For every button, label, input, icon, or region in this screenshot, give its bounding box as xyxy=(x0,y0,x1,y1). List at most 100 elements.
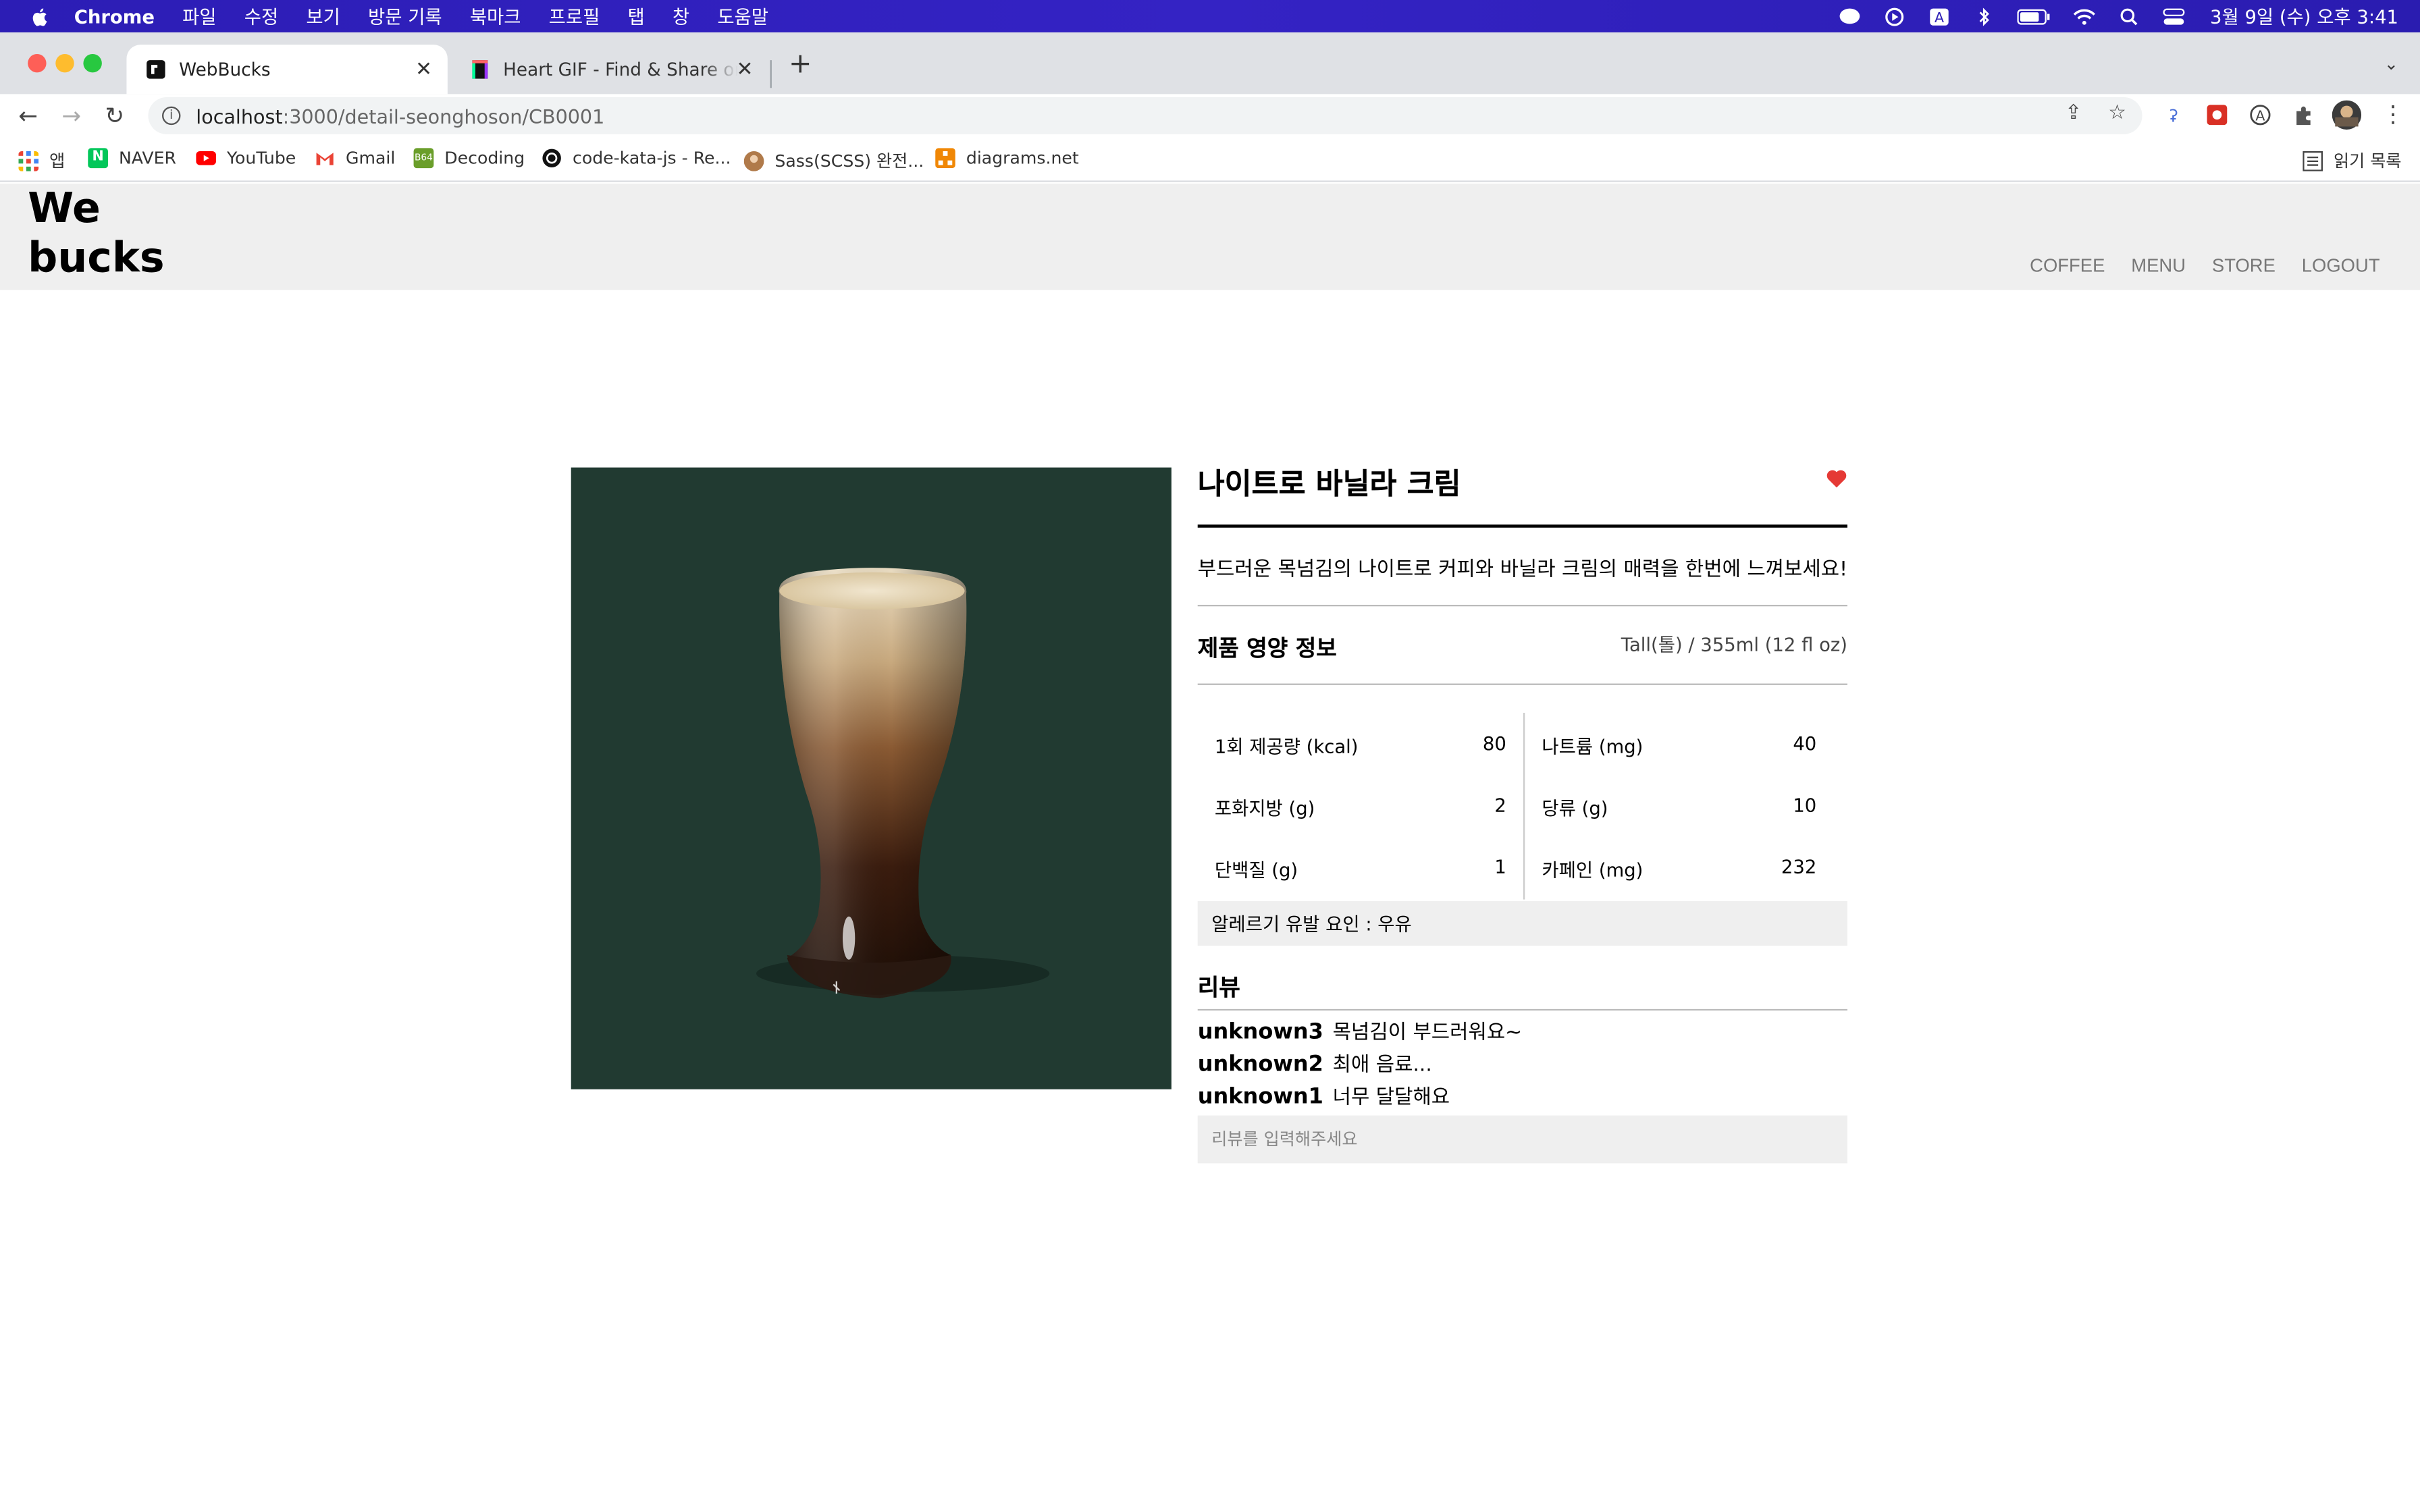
spotlight-search-icon[interactable] xyxy=(2118,7,2140,25)
decoding-icon: B64 xyxy=(413,148,434,169)
address-bar[interactable]: i localhost:3000/detail-seonghoson/CB000… xyxy=(148,97,2142,134)
logo-line-1: We xyxy=(28,185,101,234)
bookmark-youtube[interactable]: YouTube xyxy=(196,148,296,168)
nutrition-column-left: 1회 제공량 (kcal) 80 포화지방 (g) 2 단백질 (g) 1 xyxy=(1198,713,1506,898)
tab-separator xyxy=(770,60,772,88)
window-close-button[interactable] xyxy=(28,54,47,73)
review-user: unknown3 xyxy=(1197,1019,1323,1045)
nav-coffee[interactable]: COFFEE xyxy=(2030,254,2105,276)
bookmark-apps[interactable]: 앱 xyxy=(18,148,65,173)
review-input[interactable] xyxy=(1197,1115,1848,1164)
battery-icon[interactable] xyxy=(2017,7,2051,25)
profile-avatar-icon xyxy=(743,150,764,171)
wifi-icon[interactable] xyxy=(2073,7,2096,25)
tab-title: WebBucks xyxy=(179,58,271,80)
bookmark-code-kata[interactable]: code-kata-js - Re... xyxy=(542,148,731,168)
tab-title: Heart GIF - Find & Share on GIPHY xyxy=(503,58,737,80)
nutrition-row: 카페인 (mg) 232 xyxy=(1525,836,1832,898)
serving-size: Tall(톨) / 355ml (12 fl oz) xyxy=(1621,634,1848,656)
url-host: localhost xyxy=(196,104,283,128)
input-source-icon[interactable]: A xyxy=(1928,7,1951,25)
heart-like-icon[interactable] xyxy=(1826,468,1847,489)
forward-arrow-icon[interactable]: → xyxy=(61,102,81,130)
extension-a-icon[interactable]: A xyxy=(2248,103,2271,126)
product-name: 나이트로 바닐라 크림 xyxy=(1197,468,1848,528)
profile-avatar-icon[interactable] xyxy=(2332,100,2362,130)
browser-tabstrip: WebBucks ✕ Heart GIF - Find & Share on G… xyxy=(0,32,2420,94)
menu-item[interactable]: 창 xyxy=(673,3,689,30)
tab-close-icon[interactable]: ✕ xyxy=(415,59,432,82)
bookmark-label: 앱 xyxy=(49,151,65,171)
menu-item[interactable]: 도움말 xyxy=(717,3,768,30)
review-text: 너무 달달해요 xyxy=(1332,1086,1450,1110)
nutrition-row: 단백질 (g) 1 xyxy=(1198,836,1506,898)
nutrition-column-right: 나트륨 (mg) 40 당류 (g) 10 카페인 (mg) 232 xyxy=(1523,713,1832,900)
site-header: We bucks COFFEE MENU STORE LOGOUT xyxy=(0,184,2420,290)
extensions-puzzle-icon[interactable] xyxy=(2292,103,2315,126)
bookmark-sass[interactable]: Sass(SCSS) 완전... xyxy=(743,148,924,173)
menu-item[interactable]: 탭 xyxy=(628,3,645,30)
share-icon[interactable]: ⇪ xyxy=(2065,102,2082,125)
menu-app-chrome[interactable]: Chrome xyxy=(74,5,155,27)
bookmark-star-icon[interactable]: ☆ xyxy=(2108,102,2126,125)
bookmarks-bar: 앱 N NAVER YouTube Gmail B64 Decoding cod… xyxy=(0,137,2420,182)
nav-menu[interactable]: MENU xyxy=(2131,254,2186,276)
window-zoom-button[interactable] xyxy=(83,54,102,73)
svg-text:A: A xyxy=(2255,107,2265,124)
bookmark-label: diagrams.net xyxy=(966,148,1079,169)
review-section-title: 리뷰 xyxy=(1197,971,1848,1011)
svg-text:ʡ: ʡ xyxy=(2169,107,2178,126)
github-icon xyxy=(542,148,561,168)
review-text: 최애 음료... xyxy=(1332,1054,1432,1077)
nutrient-label: 나트륨 (mg) xyxy=(1542,736,1643,758)
reading-list-label: 읽기 목록 xyxy=(2334,151,2402,171)
menu-item[interactable]: 파일 xyxy=(182,3,217,30)
bluetooth-icon[interactable] xyxy=(1972,7,1995,26)
new-tab-icon[interactable]: + xyxy=(789,48,812,80)
reload-icon[interactable]: ↻ xyxy=(105,102,124,130)
nav-store[interactable]: STORE xyxy=(2212,254,2276,276)
bookmark-diagrams[interactable]: diagrams.net xyxy=(935,148,1079,169)
nav-logout[interactable]: LOGOUT xyxy=(2302,254,2380,276)
product-detail: 나이트로 바닐라 크림 부드러운 목넘김의 나이트로 커피와 바닐라 크림의 매… xyxy=(1197,468,1848,1164)
tab-search-chevron-down-icon[interactable]: ⌄ xyxy=(2384,54,2398,74)
nutrient-value: 80 xyxy=(1482,732,1506,755)
menu-item[interactable]: 수정 xyxy=(244,3,279,30)
tab-webbucks[interactable]: WebBucks ✕ xyxy=(126,45,448,94)
play-circle-icon[interactable] xyxy=(1883,7,1905,26)
chrome-menu-icon[interactable]: ⋮ xyxy=(2382,101,2404,128)
reading-list-icon xyxy=(2303,150,2323,171)
back-arrow-icon[interactable]: ← xyxy=(18,102,38,130)
allergy-info: 알레르기 유발 요인 : 우유 xyxy=(1197,900,1848,946)
review-user: unknown2 xyxy=(1197,1052,1323,1077)
extension-red-icon[interactable] xyxy=(2205,103,2228,126)
apple-logo-icon[interactable] xyxy=(28,5,53,27)
youtube-icon xyxy=(196,151,216,165)
svg-text:A: A xyxy=(1935,9,1944,25)
window-minimize-button[interactable] xyxy=(55,54,74,73)
tab-close-icon[interactable]: ✕ xyxy=(737,59,754,82)
menu-item[interactable]: 방문 기록 xyxy=(368,3,442,30)
extension-translate-icon[interactable]: ʡ xyxy=(2162,103,2185,126)
bookmark-label: Sass(SCSS) 완전... xyxy=(774,151,924,171)
diagrams-icon xyxy=(935,148,955,169)
bookmark-label: code-kata-js - Re... xyxy=(573,148,731,169)
nutrition-row: 1회 제공량 (kcal) 80 xyxy=(1198,713,1506,774)
naver-icon: N xyxy=(88,148,108,169)
nutrient-label: 단백질 (g) xyxy=(1214,859,1298,882)
bookmark-decoding[interactable]: B64 Decoding xyxy=(413,148,525,169)
product-description: 부드러운 목넘김의 나이트로 커피와 바닐라 크림의 매력을 한번에 느껴보세요… xyxy=(1197,528,1848,607)
site-info-icon[interactable]: i xyxy=(162,106,181,126)
bookmark-gmail[interactable]: Gmail xyxy=(315,148,395,168)
bookmark-naver[interactable]: N NAVER xyxy=(88,148,176,169)
messages-icon[interactable] xyxy=(1838,7,1861,25)
reading-list-button[interactable]: 읽기 목록 xyxy=(2303,148,2402,173)
tab-heart-gif[interactable]: Heart GIF - Find & Share on GIPHY ✕ xyxy=(450,45,768,94)
menu-item[interactable]: 프로필 xyxy=(549,3,600,30)
menubar-clock[interactable]: 3월 9일 (수) 오후 3:41 xyxy=(2210,3,2398,30)
menu-item[interactable]: 북마크 xyxy=(470,3,521,30)
control-center-icon[interactable] xyxy=(2162,7,2185,25)
site-logo[interactable]: We bucks xyxy=(28,185,165,284)
nitro-vanilla-cream-drink-image xyxy=(756,568,1050,998)
menu-item[interactable]: 보기 xyxy=(306,3,340,30)
